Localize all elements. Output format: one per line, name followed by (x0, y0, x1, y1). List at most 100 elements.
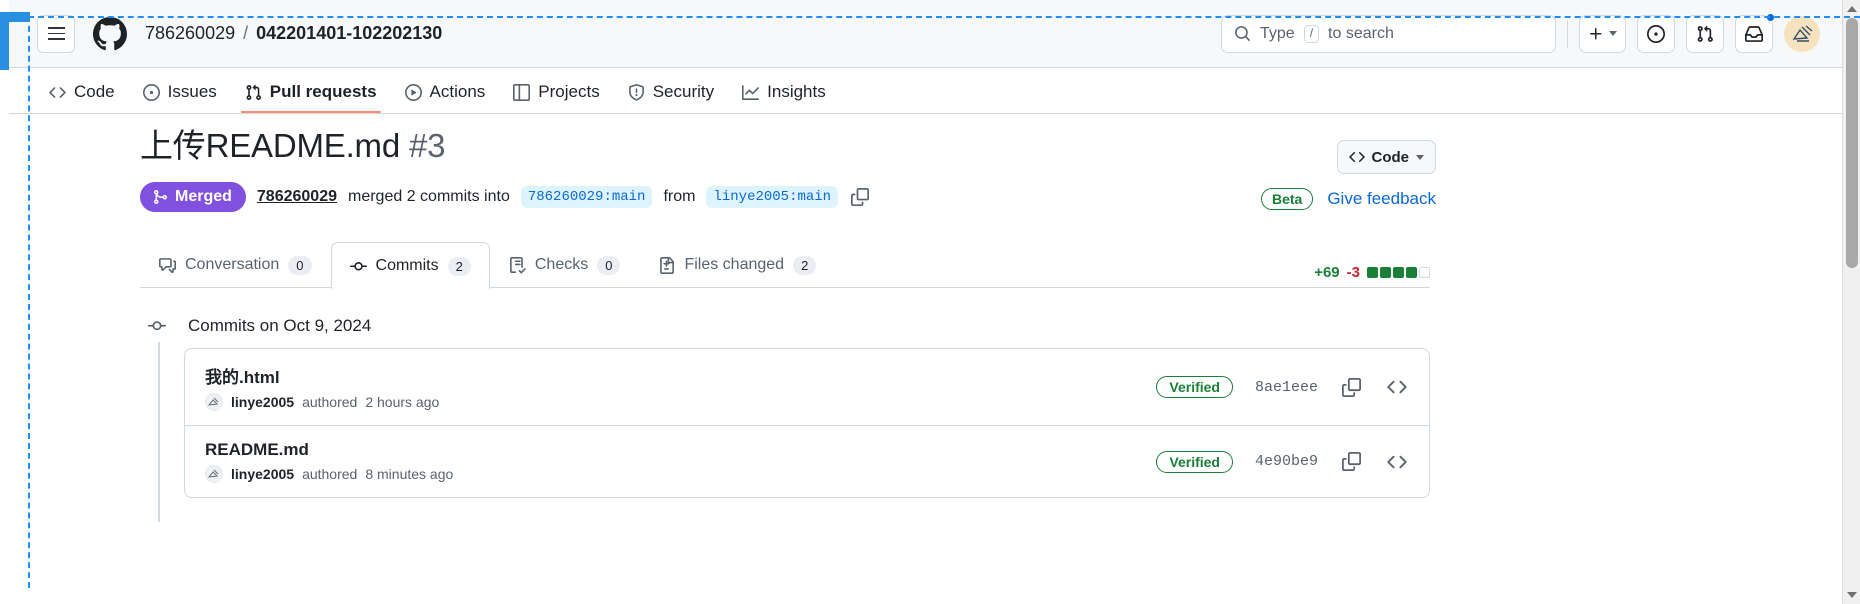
diffstat-blocks (1367, 267, 1430, 278)
nav-item-issues[interactable]: Issues (131, 82, 229, 113)
pull-request-number: #3 (408, 127, 446, 164)
tab-conversation-label: Conversation (185, 256, 280, 273)
hamburger-menu-button[interactable] (37, 14, 75, 53)
tab-checks-label: Checks (534, 256, 589, 273)
pull-request-header: 上传README.md #3 (140, 126, 1430, 166)
chevron-down-icon (1609, 31, 1617, 36)
merge-status-row: Merged 786260029 merged 2 commits into 7… (140, 182, 1430, 212)
file-diff-icon (660, 256, 675, 274)
table-row: 我的.html linye2005 authored 2 hours ago V… (185, 349, 1429, 425)
nav-item-code[interactable]: Code (37, 82, 127, 113)
copy-branch-button[interactable] (849, 186, 871, 208)
browse-repository-button[interactable] (1385, 450, 1409, 474)
search-placeholder-suffix: to search (1328, 24, 1394, 42)
nav-item-projects[interactable]: Projects (501, 82, 611, 113)
base-branch-chip[interactable]: 786260029:main (520, 186, 653, 208)
pull-requests-button[interactable] (1686, 14, 1724, 53)
verified-badge[interactable]: Verified (1156, 376, 1233, 398)
commit-main: 我的.html linye2005 authored 2 hours ago (205, 363, 439, 411)
timeline-line (158, 342, 160, 522)
tab-conversation[interactable]: Conversation 0 (140, 242, 331, 287)
tab-commits-count: 2 (447, 256, 471, 276)
commit-message[interactable]: 我的.html (205, 363, 439, 388)
status-badge: Merged (140, 182, 246, 212)
nav-item-pull-requests-label: Pull requests (269, 82, 377, 101)
breadcrumb: 786260029 / 042201401-102202130 (145, 23, 442, 44)
beta-badge: Beta (1260, 188, 1314, 210)
scrollbar-thumb[interactable] (1846, 18, 1858, 268)
pull-request-title-text: 上传README.md (140, 127, 400, 164)
git-pull-request-icon (246, 84, 261, 100)
code-icon (49, 86, 66, 98)
commit-actions: Verified 8ae1eee (1156, 375, 1409, 399)
diffstat-additions: +69 (1314, 264, 1340, 281)
code-button[interactable]: Code (1336, 140, 1436, 174)
commit-message[interactable]: README.md (205, 440, 453, 460)
tab-checks[interactable]: Checks 0 (490, 242, 640, 287)
issues-button[interactable] (1637, 14, 1675, 53)
play-icon (404, 83, 422, 101)
commits-section: Commits on Oct 9, 2024 我的.html linye2005… (140, 316, 1430, 522)
app-header: 786260029 / 042201401-102202130 Type / t… (9, 0, 1842, 68)
search-input[interactable]: Type / to search (1221, 14, 1556, 53)
scroll-up-button[interactable] (1843, 0, 1860, 18)
breadcrumb-owner[interactable]: 786260029 (145, 23, 235, 44)
graph-icon (742, 84, 760, 100)
nav-item-insights[interactable]: Insights (730, 82, 838, 113)
search-slash-key: / (1303, 24, 1320, 43)
commit-author[interactable]: linye2005 (231, 394, 294, 410)
commits-date-heading: Commits on Oct 9, 2024 (140, 316, 1430, 336)
copy-icon (851, 188, 870, 206)
comment-discussion-icon (159, 257, 176, 273)
code-icon (1387, 455, 1407, 468)
nav-item-security[interactable]: Security (616, 82, 726, 113)
nav-item-actions[interactable]: Actions (393, 82, 498, 113)
repository-nav: Code Issues Pull requests Actions Projec… (9, 68, 1842, 114)
chevron-up-icon (1847, 6, 1857, 12)
tab-commits-label: Commits (375, 257, 439, 274)
commit-main: README.md linye2005 authored 8 minutes a… (205, 440, 453, 483)
left-rail (0, 0, 9, 604)
scroll-down-button[interactable] (1843, 586, 1860, 604)
nav-item-actions-label: Actions (429, 82, 486, 101)
commit-sha[interactable]: 4e90be9 (1255, 453, 1318, 470)
avatar[interactable] (205, 393, 223, 411)
give-feedback-link[interactable]: Give feedback (1327, 189, 1436, 209)
avatar[interactable] (1784, 15, 1820, 52)
commit-sha[interactable]: 8ae1eee (1255, 379, 1318, 396)
avatar[interactable] (205, 465, 223, 483)
git-pull-request-icon (1697, 25, 1713, 42)
nav-item-code-label: Code (74, 82, 115, 101)
commit-meta: linye2005 authored 8 minutes ago (205, 465, 453, 483)
nav-item-insights-label: Insights (767, 82, 826, 101)
verified-badge[interactable]: Verified (1156, 450, 1233, 473)
chevron-down-icon (1847, 592, 1857, 598)
create-new-button[interactable] (1579, 14, 1626, 53)
tab-conversation-count: 0 (288, 255, 312, 275)
search-icon (1235, 26, 1250, 41)
scrollbar[interactable] (1842, 0, 1860, 604)
diffstat: +69 -3 (1314, 264, 1430, 287)
plus-icon (1590, 27, 1602, 39)
breadcrumb-repo[interactable]: 042201401-102202130 (256, 23, 442, 44)
head-branch-chip[interactable]: linye2005:main (706, 186, 839, 208)
copy-sha-button[interactable] (1340, 376, 1363, 399)
commit-list: 我的.html linye2005 authored 2 hours ago V… (184, 348, 1430, 498)
nav-item-issues-label: Issues (167, 82, 217, 101)
tab-files-changed[interactable]: Files changed 2 (639, 242, 835, 287)
merge-description-text: merged 2 commits into (348, 188, 510, 205)
diffstat-block (1419, 267, 1430, 278)
issue-opened-icon (1647, 24, 1665, 43)
checklist-icon (509, 256, 526, 273)
commit-author[interactable]: linye2005 (231, 466, 294, 482)
nav-item-pull-requests[interactable]: Pull requests (233, 82, 389, 113)
table-icon (513, 83, 531, 101)
merge-author-link[interactable]: 786260029 (257, 188, 337, 206)
notifications-button[interactable] (1735, 11, 1776, 53)
browse-repository-button[interactable] (1385, 375, 1409, 399)
copy-sha-button[interactable] (1340, 450, 1363, 473)
github-logo-icon[interactable] (91, 15, 129, 53)
tab-commits[interactable]: Commits 2 (330, 242, 490, 289)
commits-date-label: Commits on Oct 9, 2024 (188, 316, 372, 335)
commit-authored-text: authored (302, 394, 358, 410)
